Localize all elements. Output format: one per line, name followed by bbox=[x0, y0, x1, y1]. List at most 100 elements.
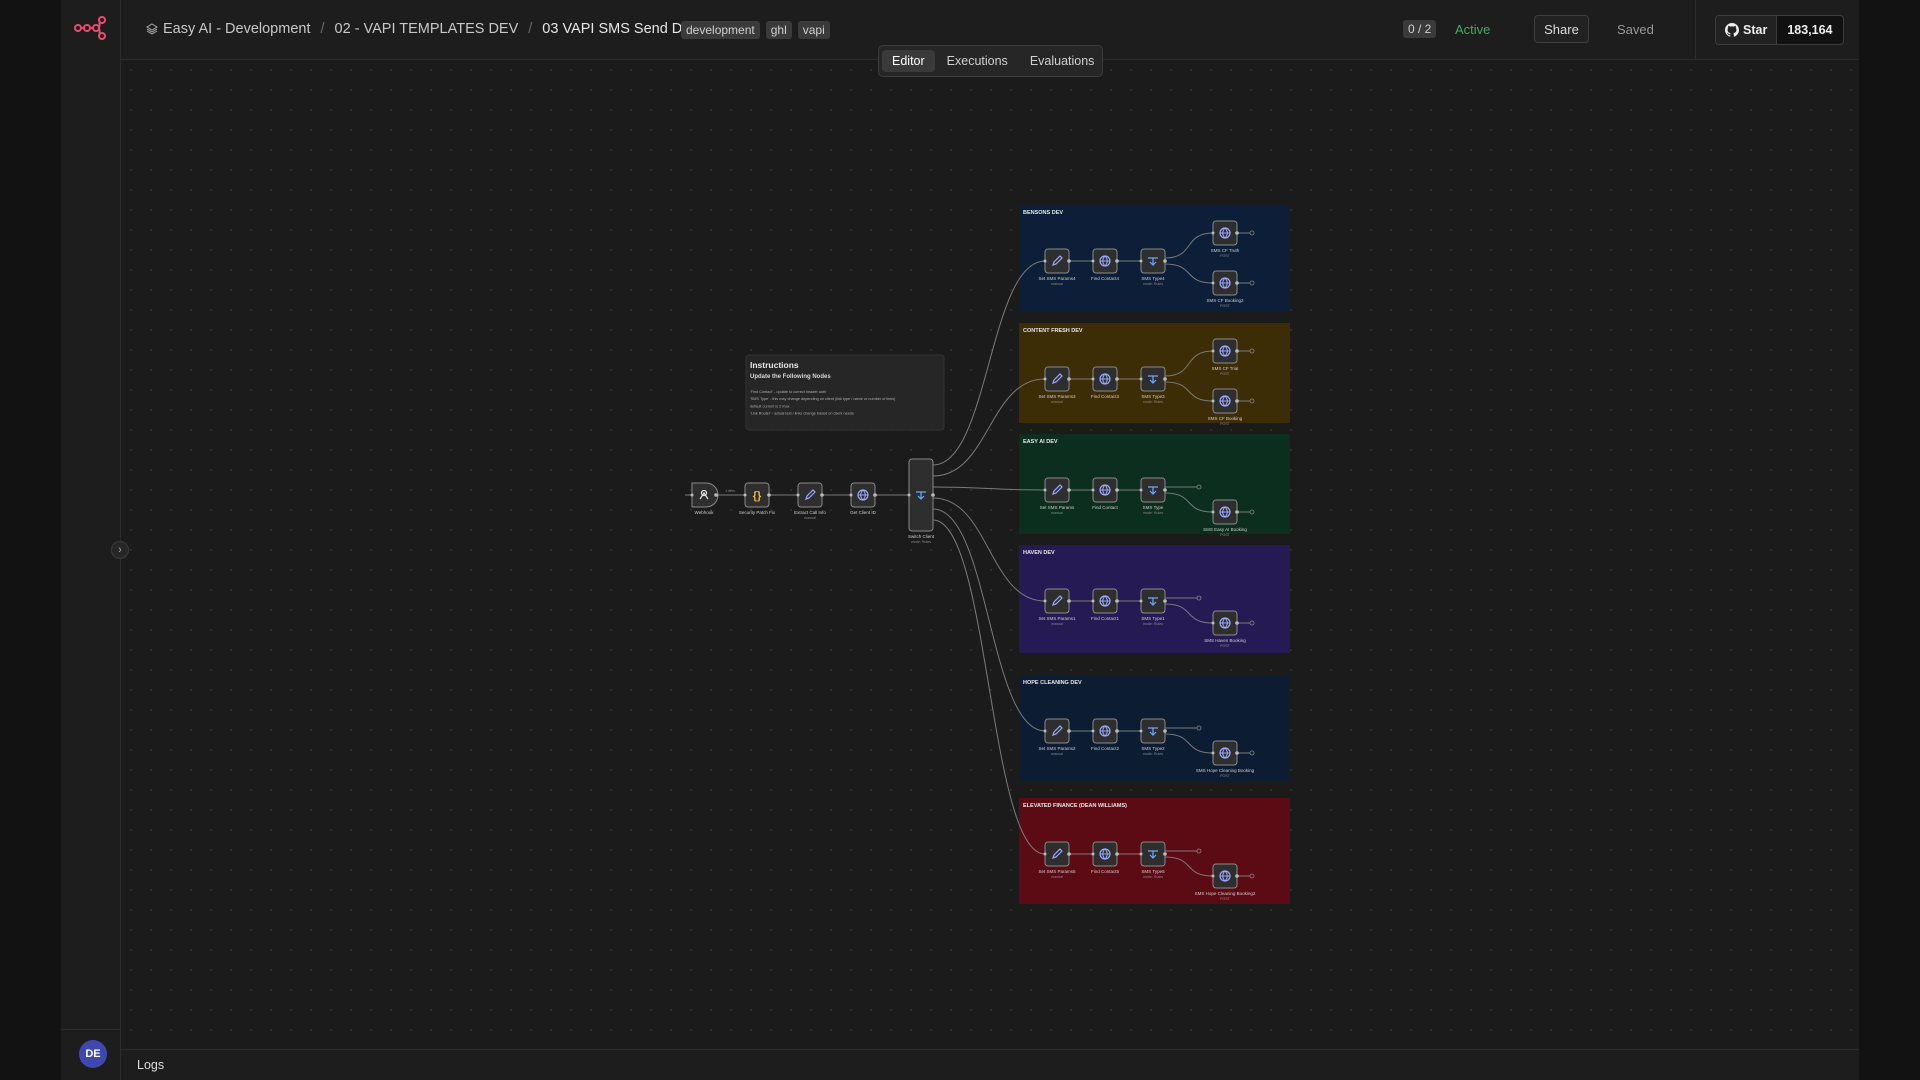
workflow-tags[interactable]: development ghl vapi bbox=[681, 21, 830, 39]
node-output-handle[interactable] bbox=[1235, 349, 1239, 353]
node-output-handle[interactable] bbox=[1163, 852, 1167, 856]
node-output-handle[interactable] bbox=[1235, 399, 1239, 403]
node-input-handle[interactable] bbox=[1211, 349, 1215, 353]
workflow-node[interactable]: Extract Call Infomanual bbox=[794, 482, 826, 520]
breadcrumb-project[interactable]: Easy AI - Development bbox=[163, 21, 311, 37]
workflow-node[interactable]: Find Contact1 bbox=[1091, 588, 1120, 621]
tag-vapi[interactable]: vapi bbox=[797, 21, 830, 39]
workflow-node[interactable]: Find Contact4 bbox=[1091, 248, 1120, 281]
node-output-handle[interactable] bbox=[1235, 281, 1239, 285]
node-output-handle[interactable] bbox=[820, 493, 824, 497]
node-output-handle[interactable] bbox=[1067, 488, 1071, 492]
workflow-node[interactable]: SMS Type4mode: Rules bbox=[1139, 248, 1167, 286]
node-output-handle[interactable] bbox=[931, 493, 935, 497]
github-star-count[interactable]: 183,164 bbox=[1777, 16, 1842, 44]
node-input-handle[interactable] bbox=[1043, 259, 1047, 263]
workflow-node[interactable]: Switch Clientmode: Rules bbox=[907, 458, 935, 544]
node-output-handle[interactable] bbox=[1115, 377, 1119, 381]
workflow-node[interactable]: Find Contact2 bbox=[1091, 718, 1120, 751]
node-output-handle[interactable] bbox=[714, 493, 718, 497]
workflow-node[interactable]: SMS Type2mode: Rules bbox=[1139, 718, 1167, 756]
node-box[interactable] bbox=[1044, 588, 1070, 614]
workflow-node[interactable]: SMS Type3mode: Rules bbox=[1139, 366, 1167, 404]
node-output-handle[interactable] bbox=[1067, 852, 1071, 856]
node-output-handle[interactable] bbox=[1235, 621, 1239, 625]
active-status[interactable]: Active bbox=[1455, 22, 1490, 37]
node-output-handle[interactable] bbox=[1115, 488, 1119, 492]
node-output-handle[interactable] bbox=[1115, 852, 1119, 856]
share-button[interactable]: Share bbox=[1534, 15, 1589, 43]
node-input-handle[interactable] bbox=[1211, 510, 1215, 514]
tab-evaluations[interactable]: Evaluations bbox=[1020, 50, 1105, 72]
node-output-handle[interactable] bbox=[767, 493, 771, 497]
node-output-handle[interactable] bbox=[1067, 377, 1071, 381]
workflow-node[interactable]: Find Contact bbox=[1091, 477, 1119, 510]
node-output-handle[interactable] bbox=[1115, 259, 1119, 263]
node-input-handle[interactable] bbox=[907, 493, 911, 497]
tag-ghl[interactable]: ghl bbox=[765, 21, 792, 39]
breadcrumb-folder[interactable]: 02 - VAPI TEMPLATES DEV bbox=[335, 21, 519, 37]
workflow-name[interactable]: 03 VAPI SMS Send Dev bbox=[542, 21, 697, 37]
node-box[interactable] bbox=[1044, 366, 1070, 392]
sidebar-expand-button[interactable]: › bbox=[111, 541, 129, 559]
workflow-diagram[interactable]: BENSONS DEV CONTENT FRESH DEV EASY AI DEV H… bbox=[121, 60, 1859, 1049]
node-input-handle[interactable] bbox=[1043, 729, 1047, 733]
workflow-node[interactable]: SMS Type5mode: Rules bbox=[1139, 841, 1167, 879]
node-input-handle[interactable] bbox=[1211, 231, 1215, 235]
workflow-node[interactable]: SMS Type1mode: Rules bbox=[1139, 588, 1167, 626]
node-output-handle[interactable] bbox=[1067, 259, 1071, 263]
node-output-handle[interactable] bbox=[1067, 729, 1071, 733]
node-input-handle[interactable] bbox=[1043, 377, 1047, 381]
node-output-handle[interactable] bbox=[1235, 751, 1239, 755]
node-input-handle[interactable] bbox=[1091, 852, 1095, 856]
node-input-handle[interactable] bbox=[1043, 599, 1047, 603]
workflow-node[interactable]: Find Contact5 bbox=[1091, 841, 1120, 874]
node-output-handle[interactable] bbox=[1115, 729, 1119, 733]
tag-development[interactable]: development bbox=[681, 21, 760, 39]
node-input-handle[interactable] bbox=[1139, 599, 1143, 603]
node-input-handle[interactable] bbox=[1211, 751, 1215, 755]
node-input-handle[interactable] bbox=[1091, 377, 1095, 381]
node-output-handle[interactable] bbox=[1235, 510, 1239, 514]
node-input-handle[interactable] bbox=[1139, 729, 1143, 733]
node-input-handle[interactable] bbox=[1043, 488, 1047, 492]
node-input-handle[interactable] bbox=[1091, 259, 1095, 263]
node-output-handle[interactable] bbox=[1115, 599, 1119, 603]
node-input-handle[interactable] bbox=[849, 493, 853, 497]
workflow-node[interactable]: Get Client ID bbox=[849, 482, 877, 515]
node-input-handle[interactable] bbox=[796, 493, 800, 497]
workflow-node[interactable]: {} Security Patch Fix bbox=[739, 482, 776, 515]
node-output-handle[interactable] bbox=[1163, 259, 1167, 263]
workflow-node[interactable]: SMS Typemode: Rules bbox=[1139, 477, 1167, 515]
node-input-handle[interactable] bbox=[1139, 259, 1143, 263]
node-output-handle[interactable] bbox=[1235, 874, 1239, 878]
node-input-handle[interactable] bbox=[743, 493, 747, 497]
node-box[interactable] bbox=[1044, 718, 1070, 744]
node-output-handle[interactable] bbox=[1067, 599, 1071, 603]
node-input-handle[interactable] bbox=[1043, 852, 1047, 856]
node-input-handle[interactable] bbox=[1211, 874, 1215, 878]
node-input-handle[interactable] bbox=[1211, 281, 1215, 285]
workflow-node[interactable]: SMS CF TrialPOST bbox=[1211, 338, 1239, 376]
node-input-handle[interactable] bbox=[1091, 488, 1095, 492]
node-output-handle[interactable] bbox=[1163, 729, 1167, 733]
node-input-handle[interactable] bbox=[1139, 488, 1143, 492]
workflow-node[interactable]: Find Contact3 bbox=[1091, 366, 1120, 399]
node-output-handle[interactable] bbox=[1235, 231, 1239, 235]
tab-editor[interactable]: Editor bbox=[882, 50, 935, 72]
logs-label[interactable]: Logs bbox=[137, 1058, 164, 1072]
tab-executions[interactable]: Executions bbox=[937, 50, 1018, 72]
node-box[interactable] bbox=[1044, 841, 1070, 867]
node-output-handle[interactable] bbox=[873, 493, 877, 497]
instructions-sticky-note[interactable]: Instructions Update the Following Nodes 'F… bbox=[745, 354, 945, 431]
n8n-logo-icon[interactable] bbox=[74, 14, 106, 40]
node-input-handle[interactable] bbox=[1139, 377, 1143, 381]
user-avatar[interactable]: DE bbox=[79, 1040, 107, 1068]
workflow-node[interactable]: SMS CF TruthPOST bbox=[1211, 220, 1240, 258]
node-input-handle[interactable] bbox=[1091, 729, 1095, 733]
node-input-handle[interactable] bbox=[690, 493, 694, 497]
node-input-handle[interactable] bbox=[1139, 852, 1143, 856]
node-output-handle[interactable] bbox=[1163, 599, 1167, 603]
node-input-handle[interactable] bbox=[1211, 621, 1215, 625]
node-box[interactable] bbox=[797, 482, 823, 508]
